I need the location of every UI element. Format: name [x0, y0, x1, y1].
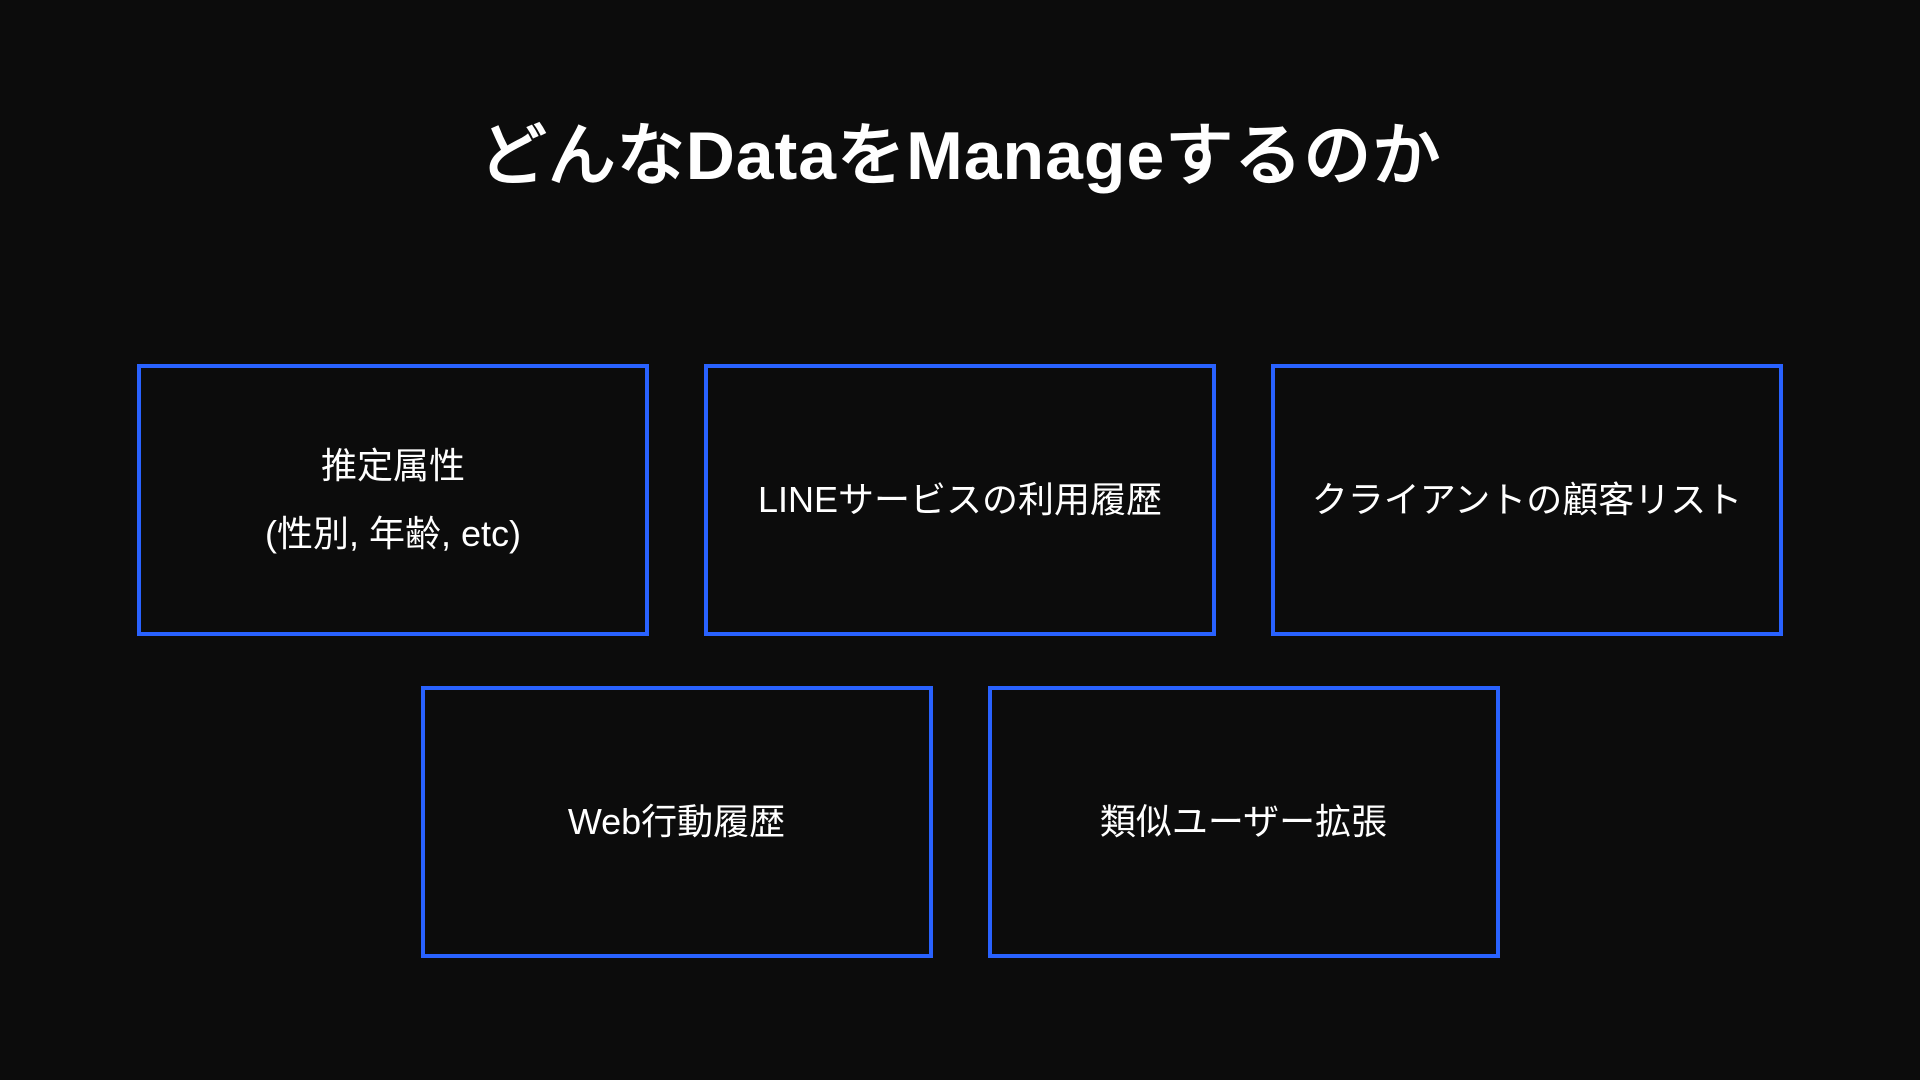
box-text-line1: LINEサービスの利用履歴: [758, 466, 1162, 534]
box-similar-user-expansion: 類似ユーザー拡張: [988, 686, 1500, 958]
box-line-service-history: LINEサービスの利用履歴: [704, 364, 1216, 636]
box-estimated-attributes: 推定属性 (性別, 年齢, etc): [137, 364, 649, 636]
slide-container: どんなDataをManageするのか 推定属性 (性別, 年齢, etc) LI…: [0, 0, 1920, 1080]
slide-title: どんなDataをManageするのか: [479, 100, 1442, 199]
box-text-line1: Web行動履歴: [568, 788, 785, 856]
box-text-line2: (性別, 年齢, etc): [265, 500, 521, 568]
box-web-behavior-history: Web行動履歴: [421, 686, 933, 958]
boxes-container: 推定属性 (性別, 年齢, etc) LINEサービスの利用履歴 クライアントの…: [137, 364, 1783, 958]
box-text-line1: 推定属性: [321, 432, 465, 500]
box-text-line1: 類似ユーザー拡張: [1100, 788, 1387, 856]
box-text-line1: クライアントの顧客リスト: [1312, 466, 1743, 534]
box-client-customer-list: クライアントの顧客リスト: [1271, 364, 1783, 636]
boxes-row-2: Web行動履歴 類似ユーザー拡張: [421, 686, 1500, 958]
boxes-row-1: 推定属性 (性別, 年齢, etc) LINEサービスの利用履歴 クライアントの…: [137, 364, 1783, 636]
